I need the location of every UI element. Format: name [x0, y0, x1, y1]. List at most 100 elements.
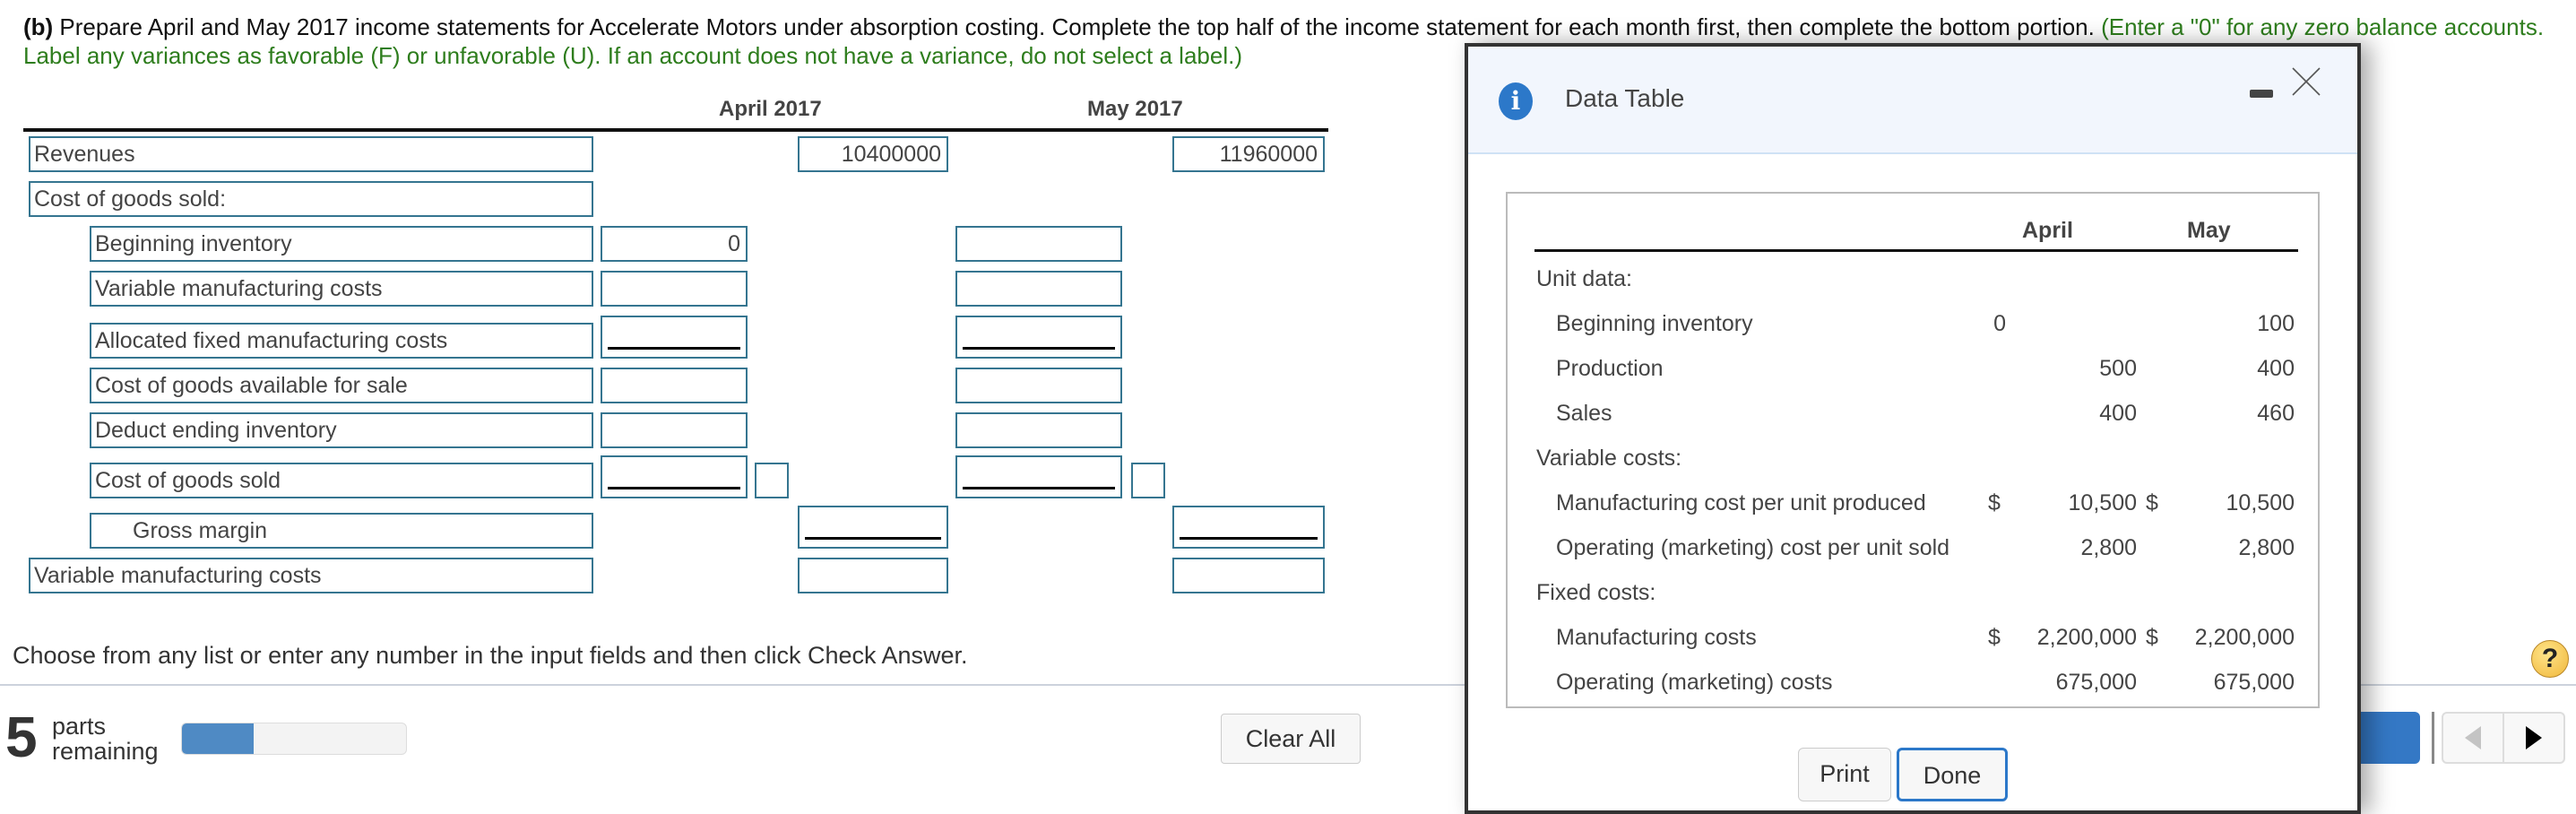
april-value: 2,200,000 — [2036, 625, 2137, 650]
may-cogs-input[interactable] — [955, 455, 1122, 498]
close-icon[interactable] — [2291, 66, 2321, 97]
may-gross-margin-input[interactable] — [1172, 506, 1325, 549]
row-label-cost-of-goods-sold[interactable]: Cost of goods sold — [90, 463, 593, 498]
may-value: 2,800 — [2238, 535, 2295, 560]
header-rule — [23, 128, 1328, 132]
may-value: 10,500 — [2226, 490, 2295, 515]
april-value: 2,800 — [2080, 535, 2137, 560]
april-value: 675,000 — [2055, 670, 2137, 695]
row-label: Operating (marketing) cost per unit sold — [1556, 535, 1950, 560]
april-cogs-variance-select[interactable] — [755, 463, 789, 498]
may-value: 400 — [2257, 356, 2295, 381]
april-goods-available-input[interactable] — [601, 368, 748, 403]
april-allocated-fixed-input[interactable] — [601, 316, 748, 359]
help-icon[interactable]: ? — [2531, 640, 2569, 678]
parts-progress-bar — [181, 723, 407, 755]
row-label-goods-available[interactable]: Cost of goods available for sale — [90, 368, 593, 403]
row-label: Manufacturing cost per unit produced — [1556, 490, 1926, 515]
table-header-rule — [1534, 249, 2298, 252]
choose-instructions: Choose from any list or enter any number… — [13, 642, 968, 669]
may-value: 460 — [2257, 401, 2295, 426]
data-table-modal: i Data Table April May Unit data: Beginn… — [1465, 43, 2361, 814]
april-revenues-input[interactable]: 10400000 — [798, 136, 948, 172]
row-label-variable-manufacturing-costs[interactable]: Variable manufacturing costs — [90, 271, 593, 307]
currency-symbol: $ — [2146, 490, 2158, 515]
print-button[interactable]: Print — [1798, 748, 1891, 801]
row-label: Operating (marketing) costs — [1556, 670, 1833, 695]
table-row: Operating (marketing) cost per unit sold… — [1508, 525, 2318, 570]
row-label-variable-manufacturing-costs-2[interactable]: Variable manufacturing costs — [29, 558, 593, 593]
column-header-april: April 2017 — [719, 97, 822, 121]
row-label-ending-inventory[interactable]: Deduct ending inventory — [90, 412, 593, 448]
section-heading: Fixed costs: — [1508, 570, 2318, 615]
data-table: April May Unit data: Beginning inventory… — [1506, 192, 2320, 708]
parts-label-line-2: remaining — [52, 738, 159, 765]
may-beginning-inventory-input[interactable] — [955, 226, 1122, 262]
parts-label-line-1: parts — [52, 713, 107, 740]
modal-header: i Data Table — [1468, 47, 2357, 154]
currency-symbol: $ — [1988, 490, 2001, 515]
row-label-gross-margin[interactable]: Gross margin — [90, 513, 593, 549]
info-icon: i — [1499, 82, 1533, 120]
may-goods-available-input[interactable] — [955, 368, 1122, 403]
col-header-april: April — [2022, 218, 2073, 243]
row-label-revenues[interactable]: Revenues — [29, 136, 593, 172]
april-value: 0 — [1993, 311, 2006, 336]
table-row: Production 500 400 — [1508, 346, 2318, 391]
may-ending-inventory-input[interactable] — [955, 412, 1122, 448]
note-line-2: Label any variances as favorable (F) or … — [23, 42, 1242, 69]
minimize-icon[interactable] — [2250, 90, 2273, 98]
row-label-cogs-header[interactable]: Cost of goods sold: — [29, 181, 593, 217]
chevron-right-icon — [2526, 726, 2542, 749]
done-button[interactable]: Done — [1897, 748, 2008, 801]
instructions-text: Prepare April and May 2017 income statem… — [53, 13, 2102, 40]
row-label: Sales — [1556, 401, 1612, 426]
section-heading: Unit data: — [1508, 256, 2318, 301]
table-row: Beginning inventory 0 100 — [1508, 301, 2318, 346]
april-value: 10,500 — [2068, 490, 2137, 515]
currency-symbol: $ — [2146, 625, 2158, 650]
previous-question-button[interactable] — [2443, 714, 2504, 762]
may-value: 2,200,000 — [2194, 625, 2295, 650]
row-label-beginning-inventory[interactable]: Beginning inventory — [90, 226, 593, 262]
april-cogs-input[interactable] — [601, 455, 748, 498]
nav-divider — [2432, 712, 2434, 764]
april-ending-inventory-input[interactable] — [601, 412, 748, 448]
april-value: 400 — [2099, 401, 2137, 426]
parts-remaining-count: 5 — [5, 705, 38, 769]
progress-fill — [182, 723, 254, 754]
april-gross-margin-input[interactable] — [798, 506, 948, 549]
table-header-row: April May — [1508, 208, 2318, 253]
section-heading-unit-data: Unit data: — [1536, 266, 1633, 291]
table-row: Operating (marketing) costs 675,000 675,… — [1508, 660, 2318, 705]
row-label: Production — [1556, 356, 1664, 381]
col-header-may: May — [2187, 218, 2231, 243]
note-line-1: (Enter a "0" for any zero balance accoun… — [2101, 13, 2545, 40]
april-variable-manufacturing-total-input[interactable] — [798, 558, 948, 593]
row-label: Beginning inventory — [1556, 311, 1753, 336]
may-value: 100 — [2257, 311, 2295, 336]
table-row: Manufacturing cost per unit produced $ 1… — [1508, 481, 2318, 525]
may-revenues-input[interactable]: 11960000 — [1172, 136, 1325, 172]
april-beginning-inventory-input[interactable]: 0 — [601, 226, 748, 262]
section-heading-variable-costs: Variable costs: — [1536, 446, 1682, 471]
question-nav — [2442, 712, 2565, 764]
may-allocated-fixed-input[interactable] — [955, 316, 1122, 359]
clear-all-button[interactable]: Clear All — [1221, 714, 1361, 764]
may-value: 675,000 — [2213, 670, 2295, 695]
table-row: Manufacturing costs $ 2,200,000 $ 2,200,… — [1508, 615, 2318, 660]
column-header-may: May 2017 — [1087, 97, 1183, 121]
april-variable-manufacturing-input[interactable] — [601, 271, 748, 307]
may-cogs-variance-select[interactable] — [1131, 463, 1165, 498]
may-variable-manufacturing-total-input[interactable] — [1172, 558, 1325, 593]
row-label-allocated-fixed-costs[interactable]: Allocated fixed manufacturing costs — [90, 323, 593, 359]
april-value: 500 — [2099, 356, 2137, 381]
table-row: Sales 400 460 — [1508, 391, 2318, 436]
parts-remaining-label: parts remaining — [52, 714, 159, 764]
modal-title: Data Table — [1565, 84, 1685, 112]
next-question-button[interactable] — [2504, 714, 2563, 762]
section-heading-fixed-costs: Fixed costs: — [1536, 580, 1656, 605]
may-variable-manufacturing-input[interactable] — [955, 271, 1122, 307]
chevron-left-icon — [2465, 726, 2481, 749]
currency-symbol: $ — [1988, 625, 2001, 650]
